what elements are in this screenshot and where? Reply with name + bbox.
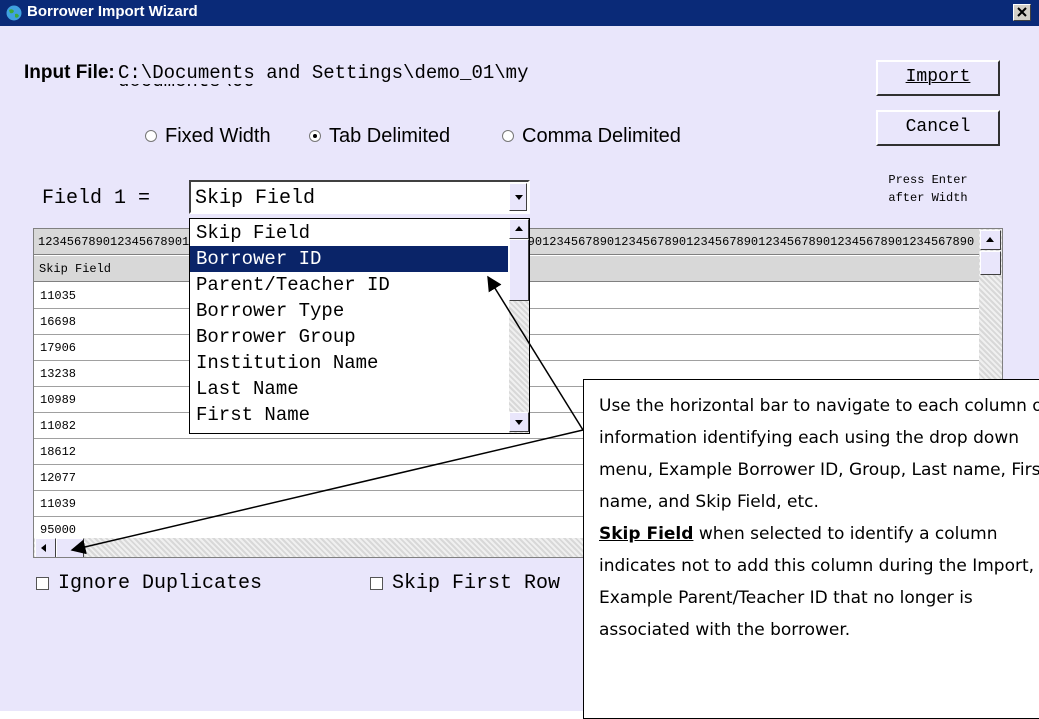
arrow-to-dropdown: [487, 275, 584, 431]
callout-arrows: [70, 275, 584, 555]
arrow-to-scrollbar: [70, 429, 584, 555]
